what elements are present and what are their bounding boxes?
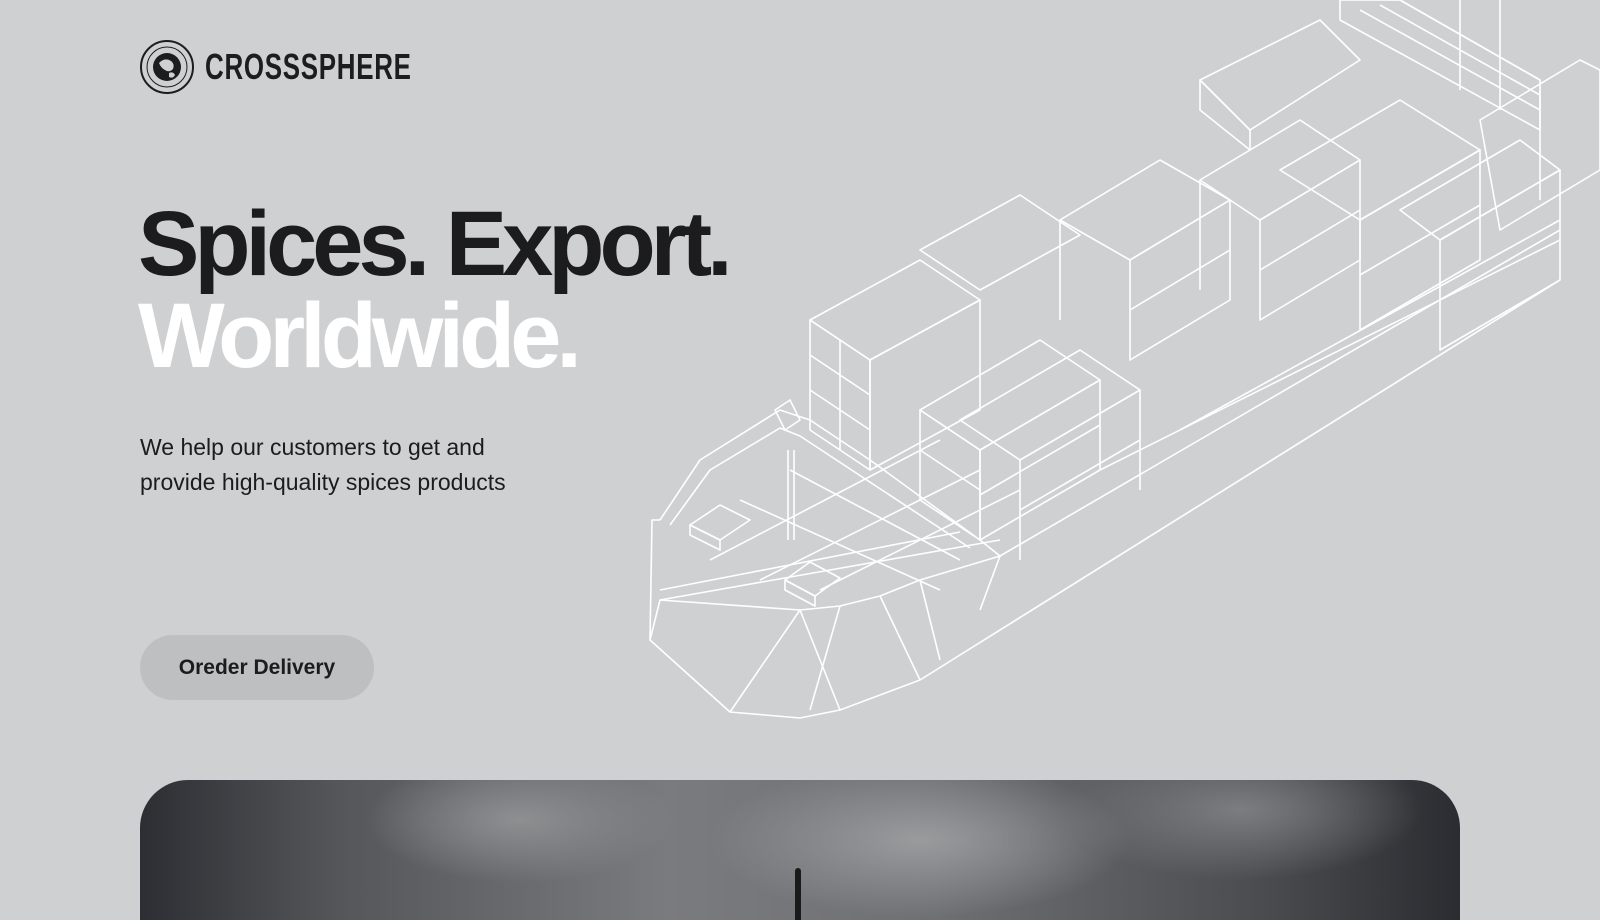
hero-subtitle: We help our customers to get and provide… bbox=[140, 434, 506, 495]
hero-title: Spices. Export. Worldwide. bbox=[138, 193, 733, 387]
ship-mast-silhouette bbox=[795, 868, 801, 920]
hero-title-line1: Spices. Export. bbox=[138, 193, 733, 295]
globe-emblem-icon bbox=[140, 40, 194, 94]
order-delivery-button[interactable]: Oreder Delivery bbox=[140, 635, 374, 700]
hero-photo bbox=[140, 780, 1460, 920]
brand-name: CROSSSPHERE bbox=[205, 46, 412, 87]
container-ship-illustration bbox=[649, 0, 1600, 719]
hero-title-line2: Worldwide. bbox=[138, 285, 582, 387]
brand-logo[interactable]: CROSSSPHERE bbox=[139, 39, 492, 95]
